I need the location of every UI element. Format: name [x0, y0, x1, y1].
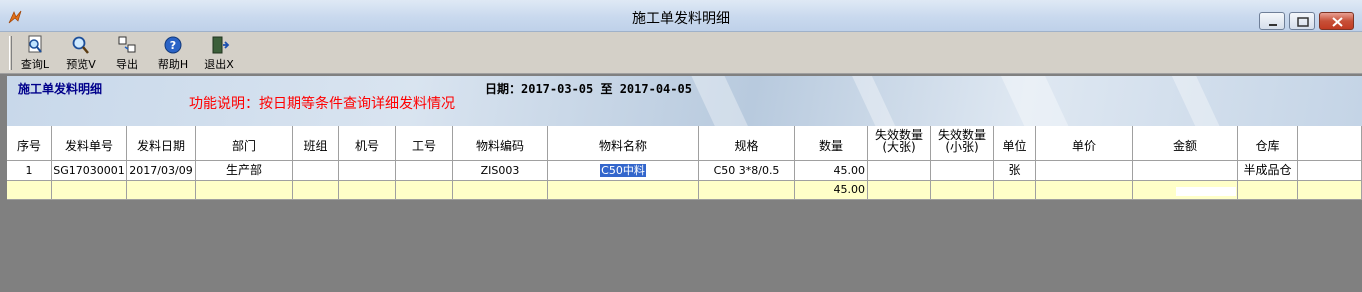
cell-doc-no[interactable]: SG17030001: [52, 161, 127, 181]
summary-cell: [453, 181, 548, 200]
toolbar: 查询L 预览V 导出 ? 帮助H 退出X: [0, 32, 1362, 74]
column-header[interactable]: 工号: [396, 126, 453, 161]
summary-cell: [1298, 181, 1362, 200]
banner-decoration: [842, 76, 910, 126]
column-header-empty: [1298, 126, 1362, 161]
cell-team[interactable]: [293, 161, 339, 181]
restore-icon: [1297, 17, 1309, 27]
column-header[interactable]: 失效数量 (小张): [931, 126, 994, 161]
summary-cell: [994, 181, 1036, 200]
column-header[interactable]: 部门: [196, 126, 293, 161]
column-header[interactable]: 物料编码: [453, 126, 548, 161]
help-label: 帮助H: [157, 58, 189, 71]
column-header[interactable]: 单位: [994, 126, 1036, 161]
cell-amount[interactable]: [1133, 161, 1238, 181]
summary-cell: [1036, 181, 1133, 200]
exit-button[interactable]: 退出X: [197, 35, 241, 71]
column-header[interactable]: 规格: [699, 126, 795, 161]
column-header[interactable]: 金额: [1133, 126, 1238, 161]
cell-invalid-big[interactable]: [868, 161, 931, 181]
report-header-banner: 施工单发料明细 日期：2017-03-05 至 2017-04-05 功能说明：…: [7, 76, 1362, 126]
exit-icon: [212, 36, 230, 54]
cell-seq[interactable]: 1: [7, 161, 52, 181]
query-button[interactable]: 查询L: [13, 35, 57, 71]
preview-label: 预览V: [66, 58, 96, 71]
cell-machine[interactable]: [339, 161, 396, 181]
summary-row: 45.00: [7, 181, 1362, 200]
export-icon: [118, 36, 136, 53]
date-range: 日期：2017-03-05 至 2017-04-05: [485, 82, 692, 96]
column-header[interactable]: 发料日期: [127, 126, 196, 161]
redacted-value: [1063, 166, 1132, 176]
summary-cell: [699, 181, 795, 200]
banner-decoration: [993, 76, 1081, 126]
function-description: 功能说明：按日期等条件查询详细发料情况: [189, 96, 455, 112]
export-label: 导出: [116, 58, 138, 71]
cell-spec[interactable]: C50 3*8/0.5: [699, 161, 795, 181]
help-button[interactable]: ? 帮助H: [151, 35, 195, 71]
column-header[interactable]: 失效数量 (大张): [868, 126, 931, 161]
cell-empty: [1298, 161, 1362, 181]
summary-cell: [293, 181, 339, 200]
summary-cell: [931, 181, 994, 200]
summary-cell: [196, 181, 293, 200]
summary-cell: [868, 181, 931, 200]
cell-price[interactable]: [1036, 161, 1133, 181]
maximize-button[interactable]: [1289, 12, 1315, 30]
summary-cell: [127, 181, 196, 200]
selected-text[interactable]: C50中料: [600, 164, 646, 177]
redacted-value: [1178, 166, 1237, 176]
summary-qty-total: 45.00: [795, 181, 868, 200]
column-header[interactable]: 物料名称: [548, 126, 699, 161]
cell-unit[interactable]: 张: [994, 161, 1036, 181]
column-header[interactable]: 发料单号: [52, 126, 127, 161]
column-header[interactable]: 数量: [795, 126, 868, 161]
preview-icon: [72, 36, 89, 54]
summary-cell: [52, 181, 127, 200]
cell-material-name[interactable]: C50中料: [548, 161, 699, 181]
report-title: 施工单发料明细: [18, 82, 103, 96]
preview-button[interactable]: 预览V: [59, 35, 103, 71]
exit-label: 退出X: [204, 58, 234, 71]
close-icon: [1332, 17, 1343, 27]
cell-warehouse[interactable]: 半成品仓: [1238, 161, 1298, 181]
svg-text:?: ?: [170, 39, 176, 52]
table-header: 序号 发料单号 发料日期 部门 班组 机号 工号 物料编码 物料名称 规格 数量…: [7, 126, 1362, 161]
help-icon: ?: [164, 36, 182, 54]
column-header[interactable]: 班组: [293, 126, 339, 161]
cell-date[interactable]: 2017/03/09: [127, 161, 196, 181]
summary-cell: [1238, 181, 1298, 200]
cell-material-code[interactable]: ZIS003: [453, 161, 548, 181]
export-button[interactable]: 导出: [105, 35, 149, 71]
table-row[interactable]: 1 SG17030001 2017/03/09 生产部 ZIS003 C50中料…: [7, 161, 1362, 181]
minimize-icon: [1269, 24, 1277, 26]
cell-qty[interactable]: 45.00: [795, 161, 868, 181]
window-title-bar[interactable]: 施工单发料明细: [0, 0, 1362, 32]
cell-dept[interactable]: 生产部: [196, 161, 293, 181]
cell-invalid-small[interactable]: [931, 161, 994, 181]
summary-cell: [548, 181, 699, 200]
column-header[interactable]: 机号: [339, 126, 396, 161]
query-label: 查询L: [20, 58, 50, 71]
window-title: 施工单发料明细: [632, 11, 730, 27]
column-header[interactable]: 仓库: [1238, 126, 1298, 161]
query-icon: [28, 35, 42, 53]
redacted-value: [1176, 186, 1236, 196]
summary-cell: [396, 181, 453, 200]
cell-worker[interactable]: [396, 161, 453, 181]
minimize-button[interactable]: [1259, 12, 1285, 30]
banner-decoration: [683, 76, 761, 126]
summary-cell: [7, 181, 52, 200]
summary-amount: [1133, 181, 1238, 200]
column-header[interactable]: 序号: [7, 126, 52, 161]
banner-decoration: [1162, 76, 1234, 126]
toolbar-grip[interactable]: [9, 36, 12, 70]
close-button[interactable]: [1319, 12, 1354, 30]
summary-cell: [339, 181, 396, 200]
column-header[interactable]: 单价: [1036, 126, 1133, 161]
